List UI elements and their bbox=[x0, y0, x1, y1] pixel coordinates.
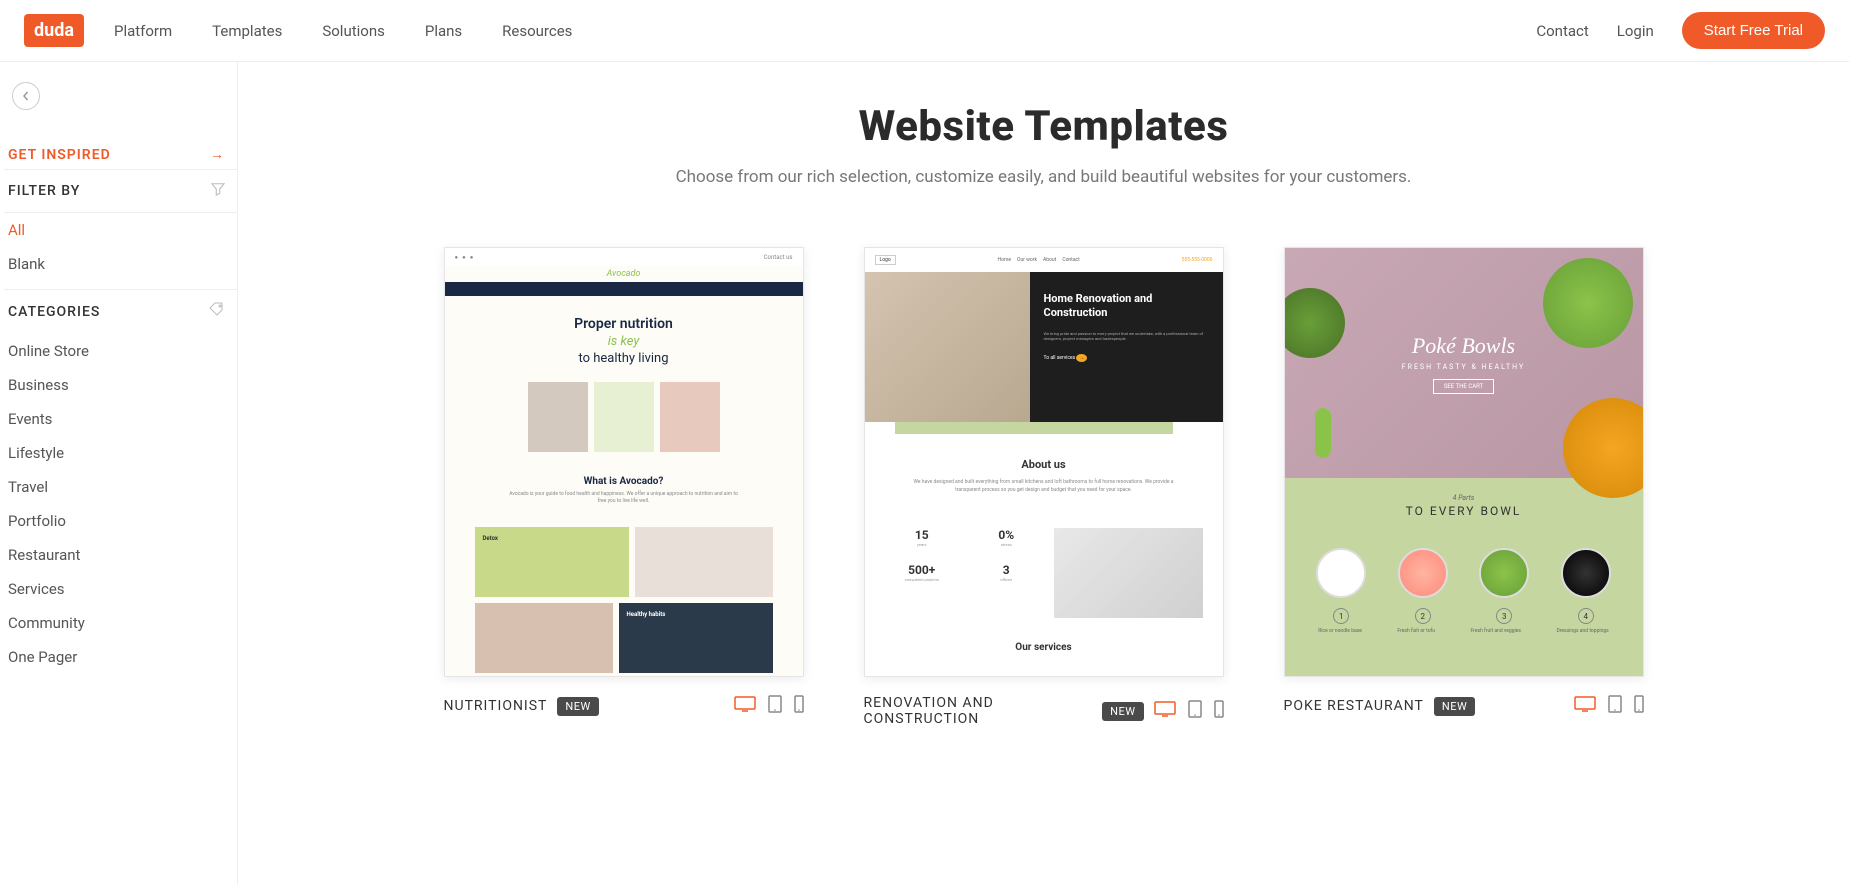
mobile-icon[interactable] bbox=[794, 695, 804, 717]
template-thumbnail: Logo HomeOur workAboutContact 555-555-00… bbox=[864, 247, 1224, 677]
chevron-left-icon bbox=[21, 91, 31, 101]
cat-community[interactable]: Community bbox=[4, 606, 237, 640]
layout: GET INSPIRED → FILTER BY All Blank CATEG… bbox=[0, 62, 1849, 885]
tablet-icon[interactable] bbox=[1608, 695, 1622, 717]
tag-icon[interactable] bbox=[209, 302, 225, 322]
cat-restaurant[interactable]: Restaurant bbox=[4, 538, 237, 572]
template-name: RENOVATION AND CONSTRUCTION bbox=[864, 695, 1093, 727]
sidebar: GET INSPIRED → FILTER BY All Blank CATEG… bbox=[0, 62, 238, 885]
top-header: duda Platform Templates Solutions Plans … bbox=[0, 0, 1849, 62]
main-nav: Platform Templates Solutions Plans Resou… bbox=[114, 22, 572, 40]
card-footer: RENOVATION AND CONSTRUCTION NEW bbox=[864, 695, 1224, 727]
new-badge: NEW bbox=[1434, 697, 1475, 716]
card-footer: NUTRITIONIST NEW bbox=[444, 695, 804, 717]
preview-hero-sub: FRESH TASTY & HEALTHY bbox=[1402, 363, 1525, 371]
preview-heading: Proper nutrition bbox=[445, 316, 803, 332]
arrow-right-icon: → bbox=[210, 146, 225, 163]
nav-plans[interactable]: Plans bbox=[425, 22, 462, 40]
preview-hero-btn: SEE THE CART bbox=[1433, 379, 1494, 394]
new-badge: NEW bbox=[557, 697, 598, 716]
categories-label: CATEGORIES bbox=[8, 304, 100, 320]
template-grid: ●●●Contact us Avocado Proper nutrition i… bbox=[288, 247, 1799, 727]
back-button[interactable] bbox=[12, 82, 40, 110]
get-inspired-link[interactable]: GET INSPIRED → bbox=[4, 140, 237, 169]
tablet-icon[interactable] bbox=[1188, 700, 1202, 722]
preview-services-title: Our services bbox=[865, 628, 1223, 667]
preview-about-title: About us bbox=[905, 458, 1183, 471]
filter-by-heading: FILTER BY bbox=[4, 169, 237, 213]
nav-solutions[interactable]: Solutions bbox=[322, 22, 385, 40]
preview-line3: to healthy living bbox=[445, 351, 803, 366]
template-card-renovation[interactable]: Logo HomeOur workAboutContact 555-555-00… bbox=[864, 247, 1224, 727]
filter-blank[interactable]: Blank bbox=[4, 247, 237, 281]
contact-link[interactable]: Contact bbox=[1536, 22, 1588, 40]
card-footer: POKE RESTAURANT NEW bbox=[1284, 695, 1644, 717]
mobile-icon[interactable] bbox=[1214, 700, 1224, 722]
template-thumbnail: Poké Bowls FRESH TASTY & HEALTHY SEE THE… bbox=[1284, 247, 1644, 677]
tablet-icon[interactable] bbox=[768, 695, 782, 717]
filter-by-label: FILTER BY bbox=[8, 183, 80, 199]
preview-subheading: is key bbox=[445, 334, 803, 349]
categories-heading: CATEGORIES bbox=[4, 289, 237, 334]
template-thumbnail: ●●●Contact us Avocado Proper nutrition i… bbox=[444, 247, 804, 677]
header-right: Contact Login Start Free Trial bbox=[1536, 12, 1825, 49]
cat-travel[interactable]: Travel bbox=[4, 470, 237, 504]
preview-hero-title: Poké Bowls bbox=[1412, 333, 1515, 359]
cat-lifestyle[interactable]: Lifestyle bbox=[4, 436, 237, 470]
preview-parts-title: TO EVERY BOWL bbox=[1301, 504, 1627, 518]
login-link[interactable]: Login bbox=[1617, 22, 1654, 40]
template-card-poke[interactable]: Poké Bowls FRESH TASTY & HEALTHY SEE THE… bbox=[1284, 247, 1644, 727]
cat-services[interactable]: Services bbox=[4, 572, 237, 606]
nav-platform[interactable]: Platform bbox=[114, 22, 172, 40]
cat-events[interactable]: Events bbox=[4, 402, 237, 436]
desktop-icon[interactable] bbox=[734, 696, 756, 716]
cat-online-store[interactable]: Online Store bbox=[4, 334, 237, 368]
new-badge: NEW bbox=[1102, 702, 1143, 721]
funnel-icon[interactable] bbox=[211, 182, 225, 200]
filter-all[interactable]: All bbox=[4, 213, 237, 247]
mobile-icon[interactable] bbox=[1634, 695, 1644, 717]
logo[interactable]: duda bbox=[24, 14, 84, 47]
nav-templates[interactable]: Templates bbox=[212, 22, 282, 40]
main-content: Website Templates Choose from our rich s… bbox=[238, 62, 1849, 885]
preview-section-title: What is Avocado? bbox=[445, 476, 803, 487]
nav-resources[interactable]: Resources bbox=[502, 22, 572, 40]
template-name: POKE RESTAURANT bbox=[1284, 698, 1424, 714]
cat-business[interactable]: Business bbox=[4, 368, 237, 402]
get-inspired-label: GET INSPIRED bbox=[8, 147, 111, 163]
desktop-icon[interactable] bbox=[1154, 701, 1176, 721]
page-title: Website Templates bbox=[288, 102, 1799, 151]
cat-one-pager[interactable]: One Pager bbox=[4, 640, 237, 674]
template-name: NUTRITIONIST bbox=[444, 698, 548, 714]
page-subtitle: Choose from our rich selection, customiz… bbox=[288, 167, 1799, 187]
start-free-trial-button[interactable]: Start Free Trial bbox=[1682, 12, 1825, 49]
cat-portfolio[interactable]: Portfolio bbox=[4, 504, 237, 538]
desktop-icon[interactable] bbox=[1574, 696, 1596, 716]
template-card-nutritionist[interactable]: ●●●Contact us Avocado Proper nutrition i… bbox=[444, 247, 804, 727]
preview-parts-sub: 4 Parts bbox=[1301, 494, 1627, 502]
